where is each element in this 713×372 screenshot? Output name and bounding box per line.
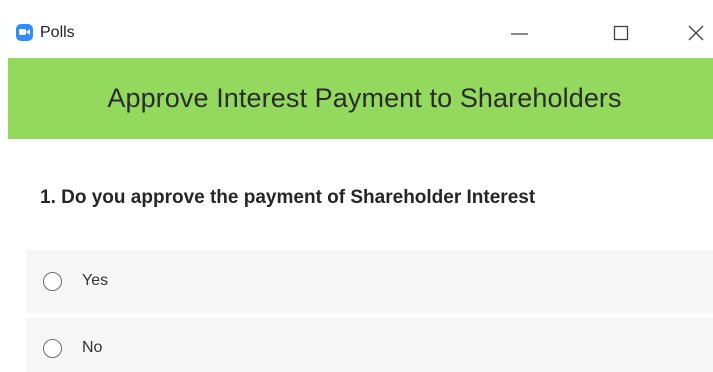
maximize-icon xyxy=(613,25,629,41)
poll-header-banner: Approve Interest Payment to Shareholders xyxy=(8,58,713,139)
option-no[interactable]: No xyxy=(26,318,713,372)
question-text: 1. Do you approve the payment of Shareho… xyxy=(40,187,536,208)
close-icon xyxy=(688,25,704,41)
option-label-yes: Yes xyxy=(82,272,109,289)
option-label-no: No xyxy=(82,339,103,356)
maximize-button[interactable] xyxy=(598,14,644,54)
poll-title: Approve Interest Payment to Shareholders xyxy=(107,83,622,113)
minimize-button[interactable] xyxy=(500,14,546,54)
window-title: Polls xyxy=(40,24,75,41)
close-button[interactable] xyxy=(668,14,713,54)
minimize-icon xyxy=(511,33,528,35)
polls-window: Polls Approve Interest Payment to Shareh… xyxy=(0,0,713,372)
option-yes[interactable]: Yes xyxy=(26,250,713,313)
title-bar: Polls xyxy=(0,0,713,58)
zoom-camera-icon xyxy=(16,24,33,41)
radio-button-no[interactable] xyxy=(43,339,62,358)
radio-button-yes[interactable] xyxy=(43,272,62,291)
